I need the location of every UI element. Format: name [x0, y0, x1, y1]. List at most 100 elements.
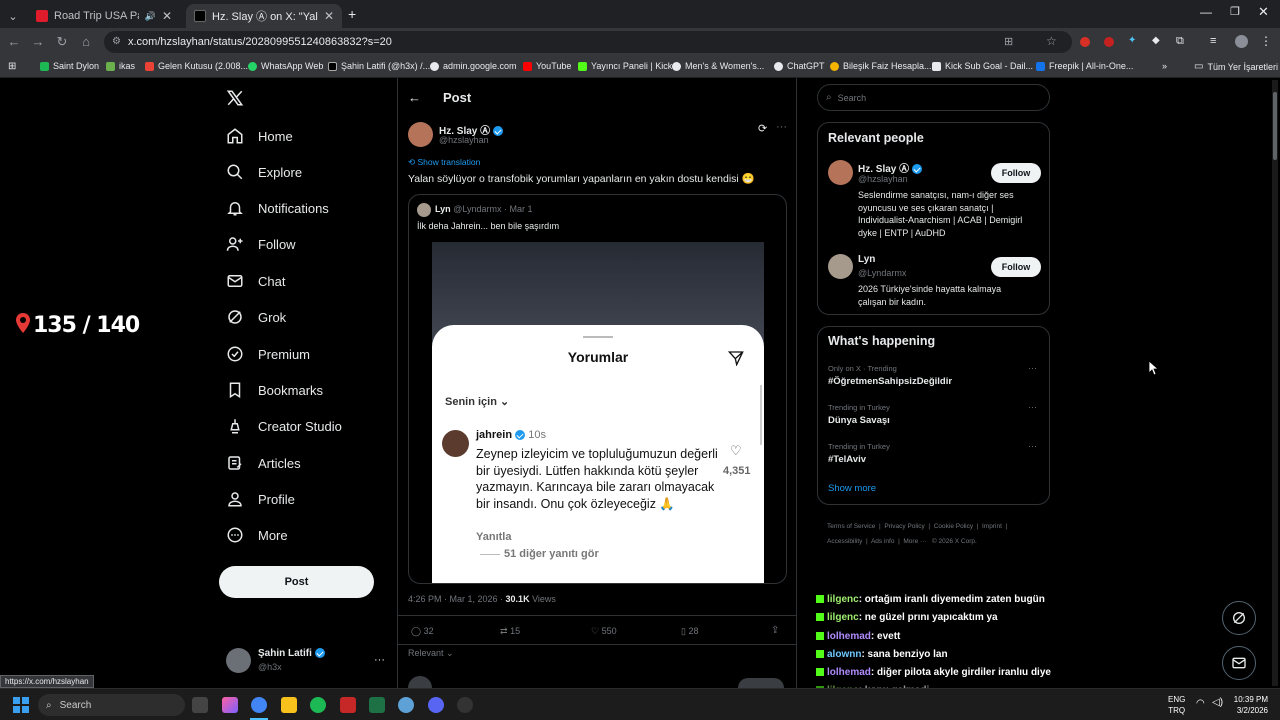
discord-icon[interactable]: [428, 697, 444, 713]
bookmark-star-icon[interactable]: ☆: [1046, 34, 1057, 48]
apps-grid-icon[interactable]: ⊞: [8, 61, 16, 72]
follow-button[interactable]: Follow: [991, 163, 1041, 183]
app-icon[interactable]: [398, 697, 414, 713]
bookmark-item[interactable]: Yayıncı Paneli | Kick: [578, 61, 672, 71]
show-translation-link[interactable]: ⟲ Show translation: [408, 157, 480, 168]
copilot-icon[interactable]: [222, 697, 238, 713]
author-handle[interactable]: @hzslayhan: [439, 135, 489, 145]
reply-sort-dropdown[interactable]: Relevant ⌄: [408, 648, 454, 659]
nav-creator-studio[interactable]: Creator Studio: [226, 417, 342, 435]
nav-chat[interactable]: Chat: [226, 272, 285, 290]
search-input[interactable]: ⌕ Search: [817, 84, 1050, 111]
post-button[interactable]: Post: [219, 566, 374, 598]
author-avatar[interactable]: [408, 122, 433, 147]
bookmark-item[interactable]: Kick Sub Goal - Dail...: [932, 61, 1033, 71]
footer-link[interactable]: Accessibility: [827, 538, 862, 545]
bookmark-item[interactable]: Bileşik Faiz Hesapla...: [830, 61, 932, 71]
bookmark-item[interactable]: Saint Dylon: [40, 61, 99, 71]
person-name-row[interactable]: Hz. Slay Ⓐ: [858, 160, 922, 175]
nav-explore[interactable]: Explore: [226, 163, 302, 181]
bookmark-item[interactable]: ChatGPT: [774, 61, 825, 71]
profile-avatar-icon[interactable]: [1235, 35, 1248, 48]
scrollbar-thumb[interactable]: [1273, 92, 1277, 160]
quoted-post[interactable]: Lyn @Lyndarmx · Mar 1 İlk deha Jahrein..…: [408, 194, 787, 584]
avatar[interactable]: [828, 160, 853, 185]
extension-icon[interactable]: [1080, 37, 1090, 47]
new-tab-button[interactable]: +: [348, 6, 356, 22]
nav-follow[interactable]: Follow: [226, 235, 296, 253]
obs-icon[interactable]: [457, 697, 473, 713]
restore-button[interactable]: ❐: [1230, 5, 1240, 18]
page-scrollbar[interactable]: [1272, 80, 1278, 686]
repost-button[interactable]: ⇄ 15: [500, 626, 520, 637]
post-more-icon[interactable]: ···: [776, 121, 787, 133]
nav-home[interactable]: Home: [226, 127, 293, 145]
footer-link[interactable]: Ads info: [871, 538, 895, 545]
close-window-button[interactable]: ✕: [1258, 4, 1269, 20]
address-bar[interactable]: ⚙ x.com/hzslayhan/status/202809955124086…: [104, 31, 1072, 53]
extensions-puzzle-icon[interactable]: ⧉: [1176, 35, 1184, 48]
nav-grok[interactable]: Grok: [226, 308, 286, 326]
trend-more-icon[interactable]: ···: [1028, 441, 1037, 451]
footer-link[interactable]: Cookie Policy: [934, 523, 973, 530]
footer-link[interactable]: Privacy Policy: [884, 523, 924, 530]
reply-button-partial[interactable]: [738, 678, 784, 688]
show-more-link[interactable]: Show more: [828, 483, 876, 494]
quoted-media[interactable]: Yorumlar Senin için ⌄ jahrein 10s Zeynep…: [432, 242, 764, 583]
volume-icon[interactable]: ◁): [1212, 697, 1223, 708]
menu-kebab-icon[interactable]: ⋮: [1260, 34, 1272, 48]
nav-more[interactable]: More: [226, 526, 288, 544]
trend-item[interactable]: Only on X · Trending #ÖğretmenSahipsizDe…: [818, 361, 1049, 399]
reload-icon[interactable]: ↻: [54, 34, 70, 50]
forward-icon[interactable]: →: [30, 34, 46, 49]
bookmark-item[interactable]: ikas: [106, 61, 135, 71]
grok-explain-icon[interactable]: ⟳: [758, 122, 767, 135]
bookmarks-overflow-icon[interactable]: »: [1162, 61, 1167, 71]
bookmark-item[interactable]: Gelen Kutusu (2.008...: [145, 61, 248, 71]
reply-button[interactable]: ◯ 32: [411, 626, 434, 637]
audio-icon[interactable]: 🔊: [145, 11, 156, 22]
tab-search-button[interactable]: ⌄: [0, 4, 26, 28]
close-tab-icon[interactable]: ✕: [162, 9, 172, 23]
bookmark-item[interactable]: YouTube: [523, 61, 571, 71]
all-bookmarks-folder[interactable]: ▭ Tüm Yer İşaretleri: [1194, 61, 1278, 72]
x-logo-icon[interactable]: [226, 89, 244, 112]
bookmark-item[interactable]: Freepik | All-in-One...: [1036, 61, 1133, 71]
avatar[interactable]: [828, 254, 853, 279]
clock[interactable]: 10:39 PM 3/2/2026: [1232, 694, 1268, 716]
trend-item[interactable]: Trending in Turkey #TelAviv ···: [818, 439, 1049, 477]
minimize-button[interactable]: —: [1200, 5, 1212, 19]
bookmark-button[interactable]: ▯ 28: [681, 626, 698, 637]
language-indicator[interactable]: ENG TRQ: [1168, 694, 1185, 716]
chrome-icon[interactable]: [251, 697, 267, 713]
extension-icon[interactable]: [1104, 37, 1114, 47]
nav-bookmarks[interactable]: Bookmarks: [226, 381, 323, 399]
share-icon[interactable]: ⇪: [771, 625, 779, 636]
translate-icon[interactable]: ⊞: [1004, 35, 1013, 48]
spotify-icon[interactable]: [310, 697, 326, 713]
back-arrow-icon[interactable]: ←: [408, 90, 421, 105]
nav-notifications[interactable]: Notifications: [226, 199, 329, 217]
follow-button[interactable]: Follow: [991, 257, 1041, 277]
taskbar-search[interactable]: ⌕ Search: [38, 694, 185, 716]
back-icon[interactable]: ←: [6, 34, 22, 49]
trend-more-icon[interactable]: ···: [1028, 363, 1037, 373]
person-name[interactable]: Lyn: [858, 254, 875, 265]
nav-premium[interactable]: Premium: [226, 345, 310, 363]
bookmark-item[interactable]: admin.google.com: [430, 61, 517, 71]
close-tab-icon[interactable]: ✕: [324, 9, 334, 23]
tab-road-trip[interactable]: Road Trip USA Part 4 - Drive 🔊 ✕: [28, 4, 180, 28]
bookmark-item[interactable]: WhatsApp Web: [248, 61, 323, 71]
trend-more-icon[interactable]: ···: [1028, 402, 1037, 412]
bookmark-item[interactable]: Şahin Latifi (@h3x) /...: [328, 61, 430, 71]
footer-link[interactable]: More ···: [903, 538, 926, 545]
account-more-icon[interactable]: ···: [374, 654, 385, 666]
extension-icon[interactable]: ◆: [1152, 35, 1160, 46]
messages-float-button[interactable]: [1222, 646, 1256, 680]
tab-x-post[interactable]: Hz. Slay Ⓐ on X: "Yalan söylüyor ✕: [186, 4, 342, 28]
extension-icon[interactable]: ✦: [1128, 35, 1136, 46]
app-icon[interactable]: [340, 697, 356, 713]
site-info-icon[interactable]: ⚙: [112, 36, 121, 47]
wifi-icon[interactable]: ◠: [1196, 698, 1205, 709]
footer-link[interactable]: Terms of Service: [827, 523, 875, 530]
